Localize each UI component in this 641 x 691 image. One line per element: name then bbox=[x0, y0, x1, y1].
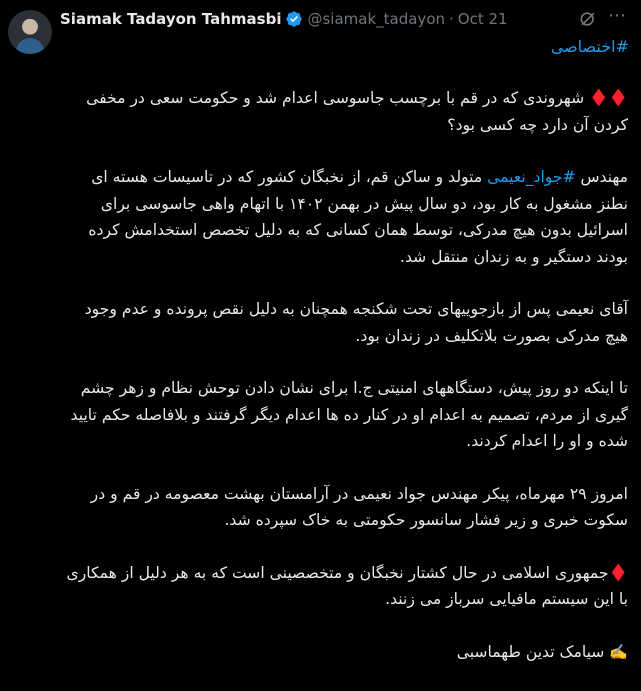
avatar-shirt bbox=[16, 38, 44, 54]
paragraph-6-text: جمهوری اسلامی در حال کشتار نخبگان و متخص… bbox=[66, 563, 629, 609]
diamond-emoji: ♦️ bbox=[608, 563, 628, 582]
author-handle[interactable]: @siamak_tadayon bbox=[307, 10, 445, 28]
grok-icon[interactable] bbox=[578, 9, 598, 29]
verified-badge-icon bbox=[286, 11, 303, 27]
paragraph-6: ♦️جمهوری اسلامی در حال کشتار نخبگان و مت… bbox=[60, 560, 629, 613]
tweet-date[interactable]: Oct 21 bbox=[458, 10, 508, 28]
signature: ✍️ سیامک تدین طهماسبی bbox=[60, 639, 628, 666]
tweet-body: ♦️♦️ شهروندی که در قم با برچسب جاسوسی اع… bbox=[60, 85, 629, 691]
diamond-emoji: ♦️♦️ bbox=[589, 89, 628, 107]
hashtag-exclusive[interactable]: #اختصاصی bbox=[551, 37, 629, 56]
more-options-icon[interactable]: ⋯ bbox=[604, 6, 630, 30]
avatar[interactable] bbox=[8, 10, 52, 54]
hashtag-javad-naeimi[interactable]: #جواد_نعیمی bbox=[487, 168, 575, 186]
paragraph-2-prefix: مهندس bbox=[575, 168, 628, 186]
writing-hand-icon: ✍️ bbox=[609, 642, 628, 661]
paragraph-1: ♦️♦️ شهروندی که در قم با برچسب جاسوسی اع… bbox=[60, 85, 628, 138]
paragraph-3: آقای نعیمی پس از بازجوییهای تحت شکنجه هم… bbox=[84, 300, 628, 345]
paragraph-4: تا اینکه دو روز پیش، دستگاههای امنیتی ج.… bbox=[70, 379, 628, 450]
author-name[interactable]: Siamak Tadayon Tahmasbi bbox=[60, 10, 281, 28]
tweet-header: Siamak Tadayon Tahmasbi @siamak_tadayon … bbox=[60, 8, 508, 30]
paragraph-5: امروز ۲۹ مهرماه، پیکر مهندس جواد نعیمی د… bbox=[90, 484, 628, 530]
paragraph-1-text: شهروندی که در قم با برچسب جاسوسی اعدام ش… bbox=[86, 89, 628, 134]
tweet: Siamak Tadayon Tahmasbi @siamak_tadayon … bbox=[0, 0, 641, 661]
signature-text: سیامک تدین طهماسبی bbox=[456, 642, 610, 661]
separator-dot: · bbox=[449, 10, 454, 28]
paragraph-2: مهندس #جواد_نعیمی متولد و ساکن قم، از نخ… bbox=[60, 164, 628, 270]
